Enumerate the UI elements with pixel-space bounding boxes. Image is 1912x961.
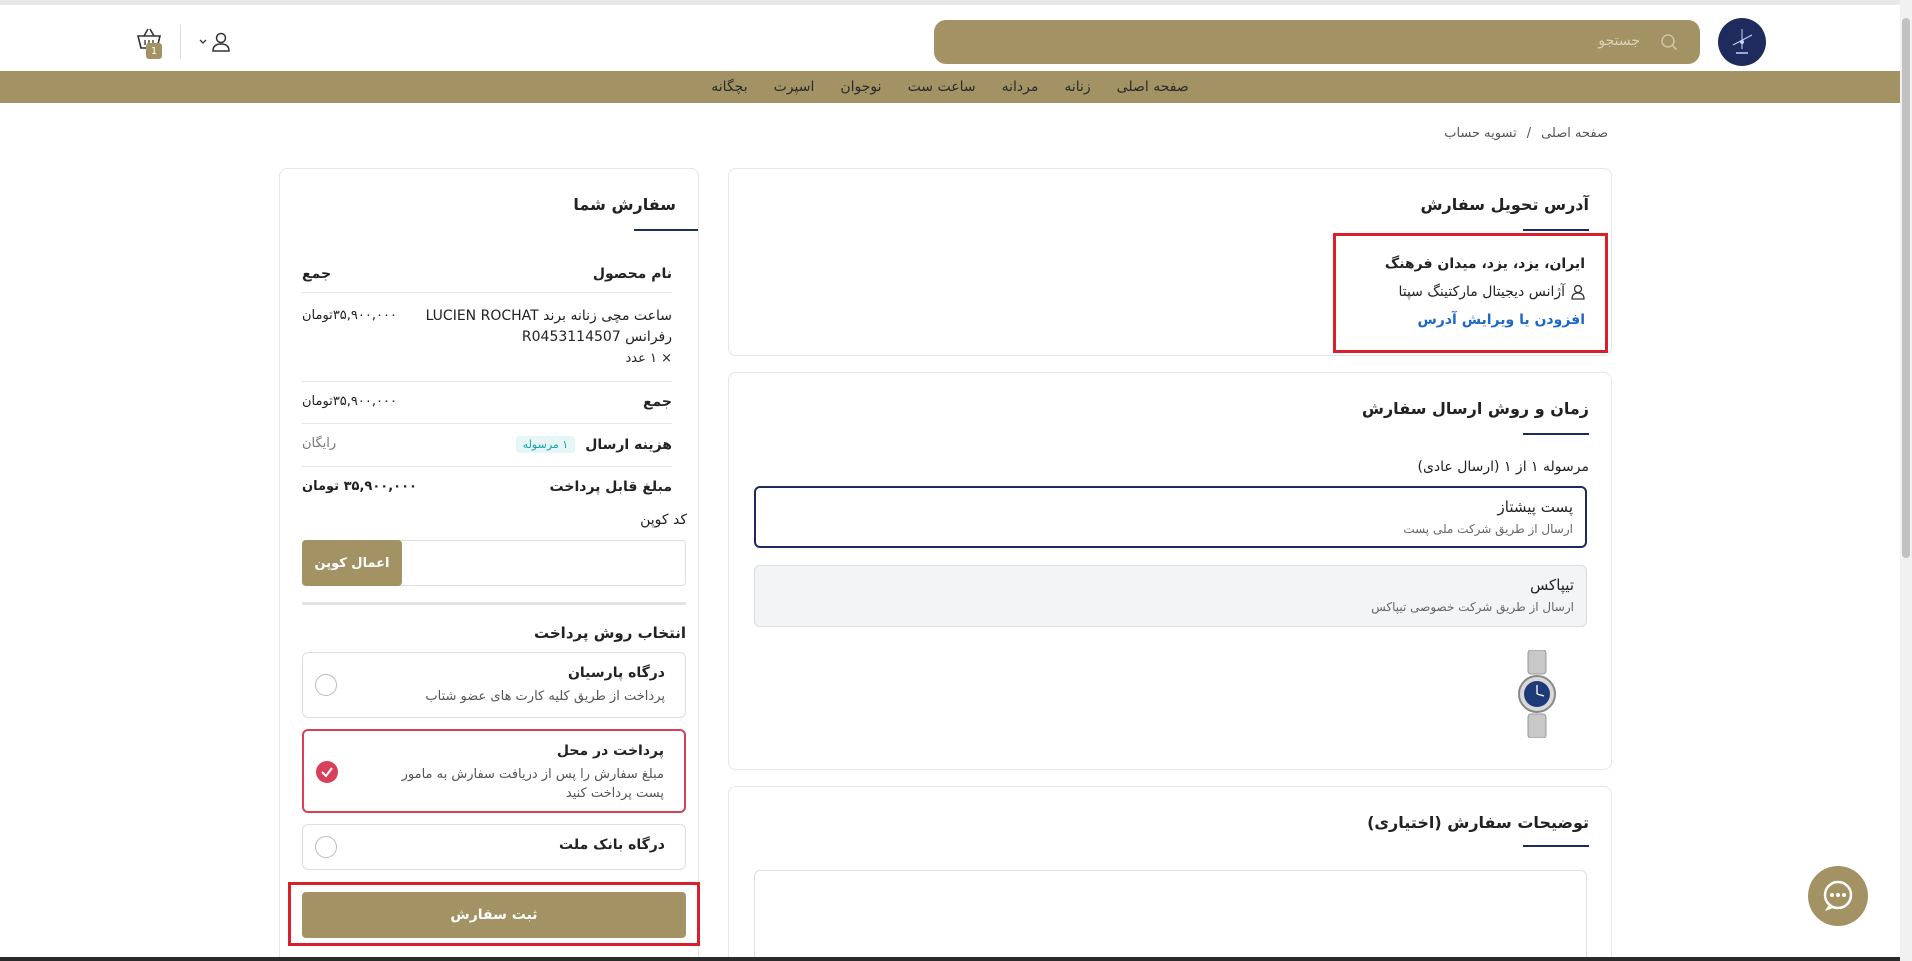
watch-product-image xyxy=(1518,650,1556,738)
shipping-cost-value: رایگان xyxy=(302,436,337,451)
nav-item-women[interactable]: زنانه xyxy=(1064,79,1090,95)
main-nav: صفحه اصلی زنانه مردانه ساعت ست نوجوان اس… xyxy=(0,71,1900,103)
address-title-underline xyxy=(1523,229,1589,231)
shipping-option-title: پست پیشتاز xyxy=(1497,498,1573,516)
payment-option-parsian[interactable]: درگاه پارسیان پرداخت از طریق کلیه کارت ه… xyxy=(302,652,686,718)
subtotal-row: جمع ۳۵,۹۰۰,۰۰۰تومان xyxy=(302,394,672,410)
search-icon[interactable] xyxy=(1660,33,1678,51)
divider xyxy=(302,466,672,467)
header-divider xyxy=(180,25,181,59)
order-item-price: ۳۵,۹۰۰,۰۰۰تومان xyxy=(302,308,397,323)
payment-option-mellat[interactable]: درگاه بانک ملت xyxy=(302,824,686,870)
chat-button[interactable] xyxy=(1808,866,1868,926)
col-product-header: نام محصول xyxy=(592,266,672,282)
breadcrumb-separator: / xyxy=(1526,126,1532,141)
watch-logo-icon[interactable] xyxy=(1718,18,1766,66)
cart-count-badge: 1 xyxy=(146,43,162,59)
search-bar[interactable]: جستجو xyxy=(934,20,1700,64)
subtotal-label: جمع xyxy=(642,394,672,410)
notes-title-underline xyxy=(1523,845,1589,847)
site-header: جستجو 1 xyxy=(0,5,1900,71)
radio-button-checked[interactable] xyxy=(316,761,338,783)
scrollbar-thumb[interactable] xyxy=(1902,18,1910,558)
chevron-down-icon xyxy=(199,39,207,44)
address-recipient: آژانس دیجیتال مارکتینگ سپتا xyxy=(1398,284,1585,300)
nav-item-men[interactable]: مردانه xyxy=(1002,79,1039,95)
cart-button[interactable]: 1 xyxy=(128,27,162,61)
nav-item-teen[interactable]: نوجوان xyxy=(840,79,881,95)
page-scrollbar[interactable] xyxy=(1900,0,1912,961)
payment-title: انتخاب روش پرداخت xyxy=(533,624,686,642)
nav-item-sport[interactable]: اسپرت xyxy=(774,79,815,95)
shipping-option-post[interactable]: پست پیشتاز ارسال از طریق شرکت ملی پست xyxy=(754,486,1587,548)
shipping-title: زمان و روش ارسال سفارش xyxy=(1361,399,1589,418)
breadcrumb-home[interactable]: صفحه اصلی xyxy=(1541,126,1608,141)
submit-order-button[interactable]: ثبت سفارش xyxy=(302,892,686,938)
order-item-qty: × ۱ عدد xyxy=(625,351,672,366)
coupon-label: کد کوپن xyxy=(640,512,687,528)
payment-option-title: درگاه بانک ملت xyxy=(559,837,665,853)
payment-option-cod[interactable]: پرداخت در محل مبلغ سفارش را پس از دریافت… xyxy=(302,729,686,813)
radio-button[interactable] xyxy=(315,674,337,696)
coupon-field-group: اعمال کوپن xyxy=(302,540,686,586)
payment-option-desc: پرداخت از طریق کلیه کارت های عضو شتاب xyxy=(425,689,665,704)
shipping-option-desc: ارسال از طریق شرکت ملی پست xyxy=(1403,522,1573,536)
search-input[interactable]: جستجو xyxy=(1598,33,1640,49)
payable-label: مبلغ قابل پرداخت xyxy=(549,479,672,495)
address-title: آدرس تحویل سفارش xyxy=(1420,195,1589,214)
coupon-input[interactable] xyxy=(401,541,685,585)
notes-title: توضیحات سفارش (اختیاری) xyxy=(1367,813,1589,832)
payable-row: مبلغ قابل پرداخت ۳۵,۹۰۰,۰۰۰ تومان xyxy=(302,479,672,495)
order-notes-textarea[interactable] xyxy=(754,870,1587,961)
user-icon xyxy=(212,32,230,52)
section-divider xyxy=(302,602,686,605)
recipient-name: آژانس دیجیتال مارکتینگ سپتا xyxy=(1398,284,1565,300)
chat-bubble-icon xyxy=(1823,880,1853,911)
breadcrumb: صفحه اصلی / تسویه حساب xyxy=(1444,126,1608,141)
order-table-header: نام محصول جمع xyxy=(302,266,672,282)
person-icon xyxy=(1571,284,1585,300)
divider xyxy=(302,292,672,293)
order-item-name-line1: ساعت مچی زنانه برند LUCIEN ROCHAT xyxy=(425,308,672,324)
nav-item-couple[interactable]: ساعت ست xyxy=(908,79,976,95)
payment-option-title: پرداخت در محل xyxy=(556,743,664,759)
shipping-option-tipax[interactable]: تیپاکس ارسال از طریق شرکت خصوصی تیپاکس xyxy=(754,565,1587,627)
order-title: سفارش شما xyxy=(573,195,676,214)
divider xyxy=(302,423,672,424)
payable-value: ۳۵,۹۰۰,۰۰۰ تومان xyxy=(302,479,417,494)
address-text: ایران، یزد، یزد، میدان فرهنگ xyxy=(1384,256,1585,272)
address-card: ایران، یزد، یزد، میدان فرهنگ آژانس دیجیت… xyxy=(1333,233,1608,353)
shipping-option-title: تیپاکس xyxy=(1529,576,1574,594)
parcel-count-badge: ۱ مرسوله xyxy=(515,436,576,453)
apply-coupon-button[interactable]: اعمال کوپن xyxy=(302,540,402,586)
divider xyxy=(302,381,672,382)
parcel-label: مرسوله ۱ از ۱ (ارسال عادی) xyxy=(1417,459,1589,475)
shipping-cost-label: هزینه ارسال xyxy=(585,436,672,453)
nav-item-kids[interactable]: بچگانه xyxy=(711,79,747,95)
bottom-bar xyxy=(0,957,1900,961)
breadcrumb-current: تسویه حساب xyxy=(1444,126,1517,141)
edit-address-link[interactable]: افزودن یا ویرایش آدرس xyxy=(1417,312,1585,328)
radio-button[interactable] xyxy=(315,836,337,858)
shipping-cost-row: هزینه ارسال ۱ مرسوله رایگان xyxy=(302,436,672,453)
order-title-underline xyxy=(634,229,698,231)
subtotal-value: ۳۵,۹۰۰,۰۰۰تومان xyxy=(302,394,397,409)
order-item-name: ساعت مچی زنانه برند LUCIEN ROCHAT رفرانس… xyxy=(426,306,672,369)
shipping-option-desc: ارسال از طریق شرکت خصوصی تیپاکس xyxy=(1371,600,1574,614)
payment-option-desc: مبلغ سفارش را پس از دریافت سفارش به مامو… xyxy=(401,767,664,801)
order-item-row: ساعت مچی زنانه برند LUCIEN ROCHAT رفرانس… xyxy=(302,306,672,370)
shipping-cost-label-group: هزینه ارسال ۱ مرسوله xyxy=(515,436,672,453)
account-menu-button[interactable] xyxy=(198,29,234,55)
col-total-header: جمع xyxy=(302,266,332,282)
payment-option-title: درگاه پارسیان xyxy=(567,665,665,681)
check-icon xyxy=(321,767,333,778)
order-item-name-line2: رفرانس R0453114507 xyxy=(521,329,672,345)
nav-item-home[interactable]: صفحه اصلی xyxy=(1117,79,1189,95)
shipping-title-underline xyxy=(1523,433,1589,435)
